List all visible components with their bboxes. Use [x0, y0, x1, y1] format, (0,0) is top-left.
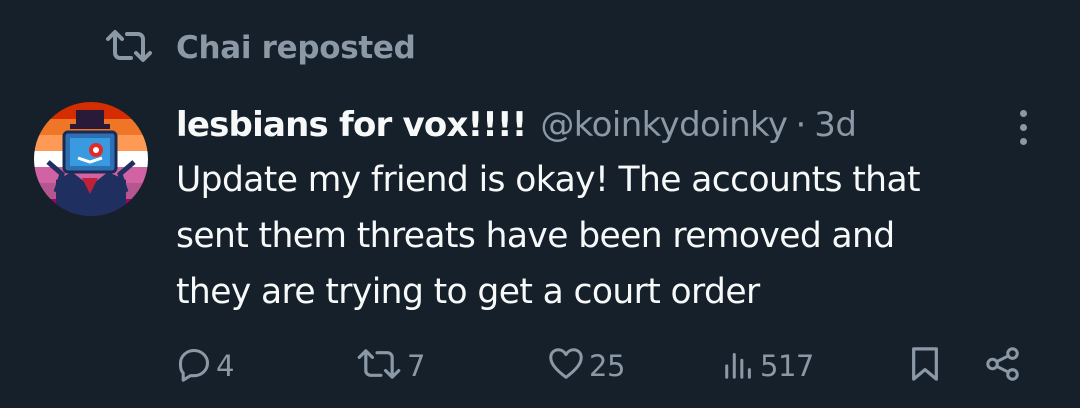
repost-header[interactable]: Chai reposted [104, 28, 416, 68]
user-handle[interactable]: @koinkydoinky [540, 105, 788, 145]
share-icon [984, 345, 1022, 387]
avatar[interactable] [34, 102, 148, 216]
post-timestamp[interactable]: 3d [814, 105, 857, 145]
repost-label: Chai reposted [176, 30, 416, 66]
views-count: 517 [760, 349, 814, 383]
analytics-icon [722, 347, 756, 385]
post-text-line: they are trying to get a court order [176, 272, 760, 312]
like-button[interactable]: 25 [547, 344, 625, 388]
bookmark-icon [908, 345, 942, 387]
post-text-line: sent them threats have been removed and [176, 216, 895, 256]
repost-icon [104, 29, 154, 67]
like-count: 25 [589, 349, 625, 383]
repost-count: 7 [407, 349, 425, 383]
more-options-button[interactable] [1012, 108, 1036, 148]
bookmark-button[interactable] [908, 344, 942, 388]
post-text-line: Update my friend is okay! The accounts t… [176, 160, 921, 200]
views-button[interactable]: 517 [722, 344, 814, 388]
reply-icon [176, 346, 212, 386]
post-text: Update my friend is okay! The accounts t… [176, 152, 1056, 320]
heart-icon [547, 345, 585, 387]
repost-icon [355, 348, 403, 384]
separator-dot: · [795, 105, 807, 145]
share-button[interactable] [984, 344, 1022, 388]
reply-button[interactable]: 4 [176, 344, 234, 388]
display-name[interactable]: lesbians for vox!!!! [176, 105, 527, 145]
reply-count: 4 [216, 349, 234, 383]
more-icon-dot [1020, 124, 1027, 131]
post-header: lesbians for vox!!!! @koinkydoinky · 3d [176, 100, 857, 150]
repost-button[interactable]: 7 [355, 344, 425, 388]
more-icon-dot [1020, 138, 1027, 145]
more-icon-dot [1020, 110, 1027, 117]
